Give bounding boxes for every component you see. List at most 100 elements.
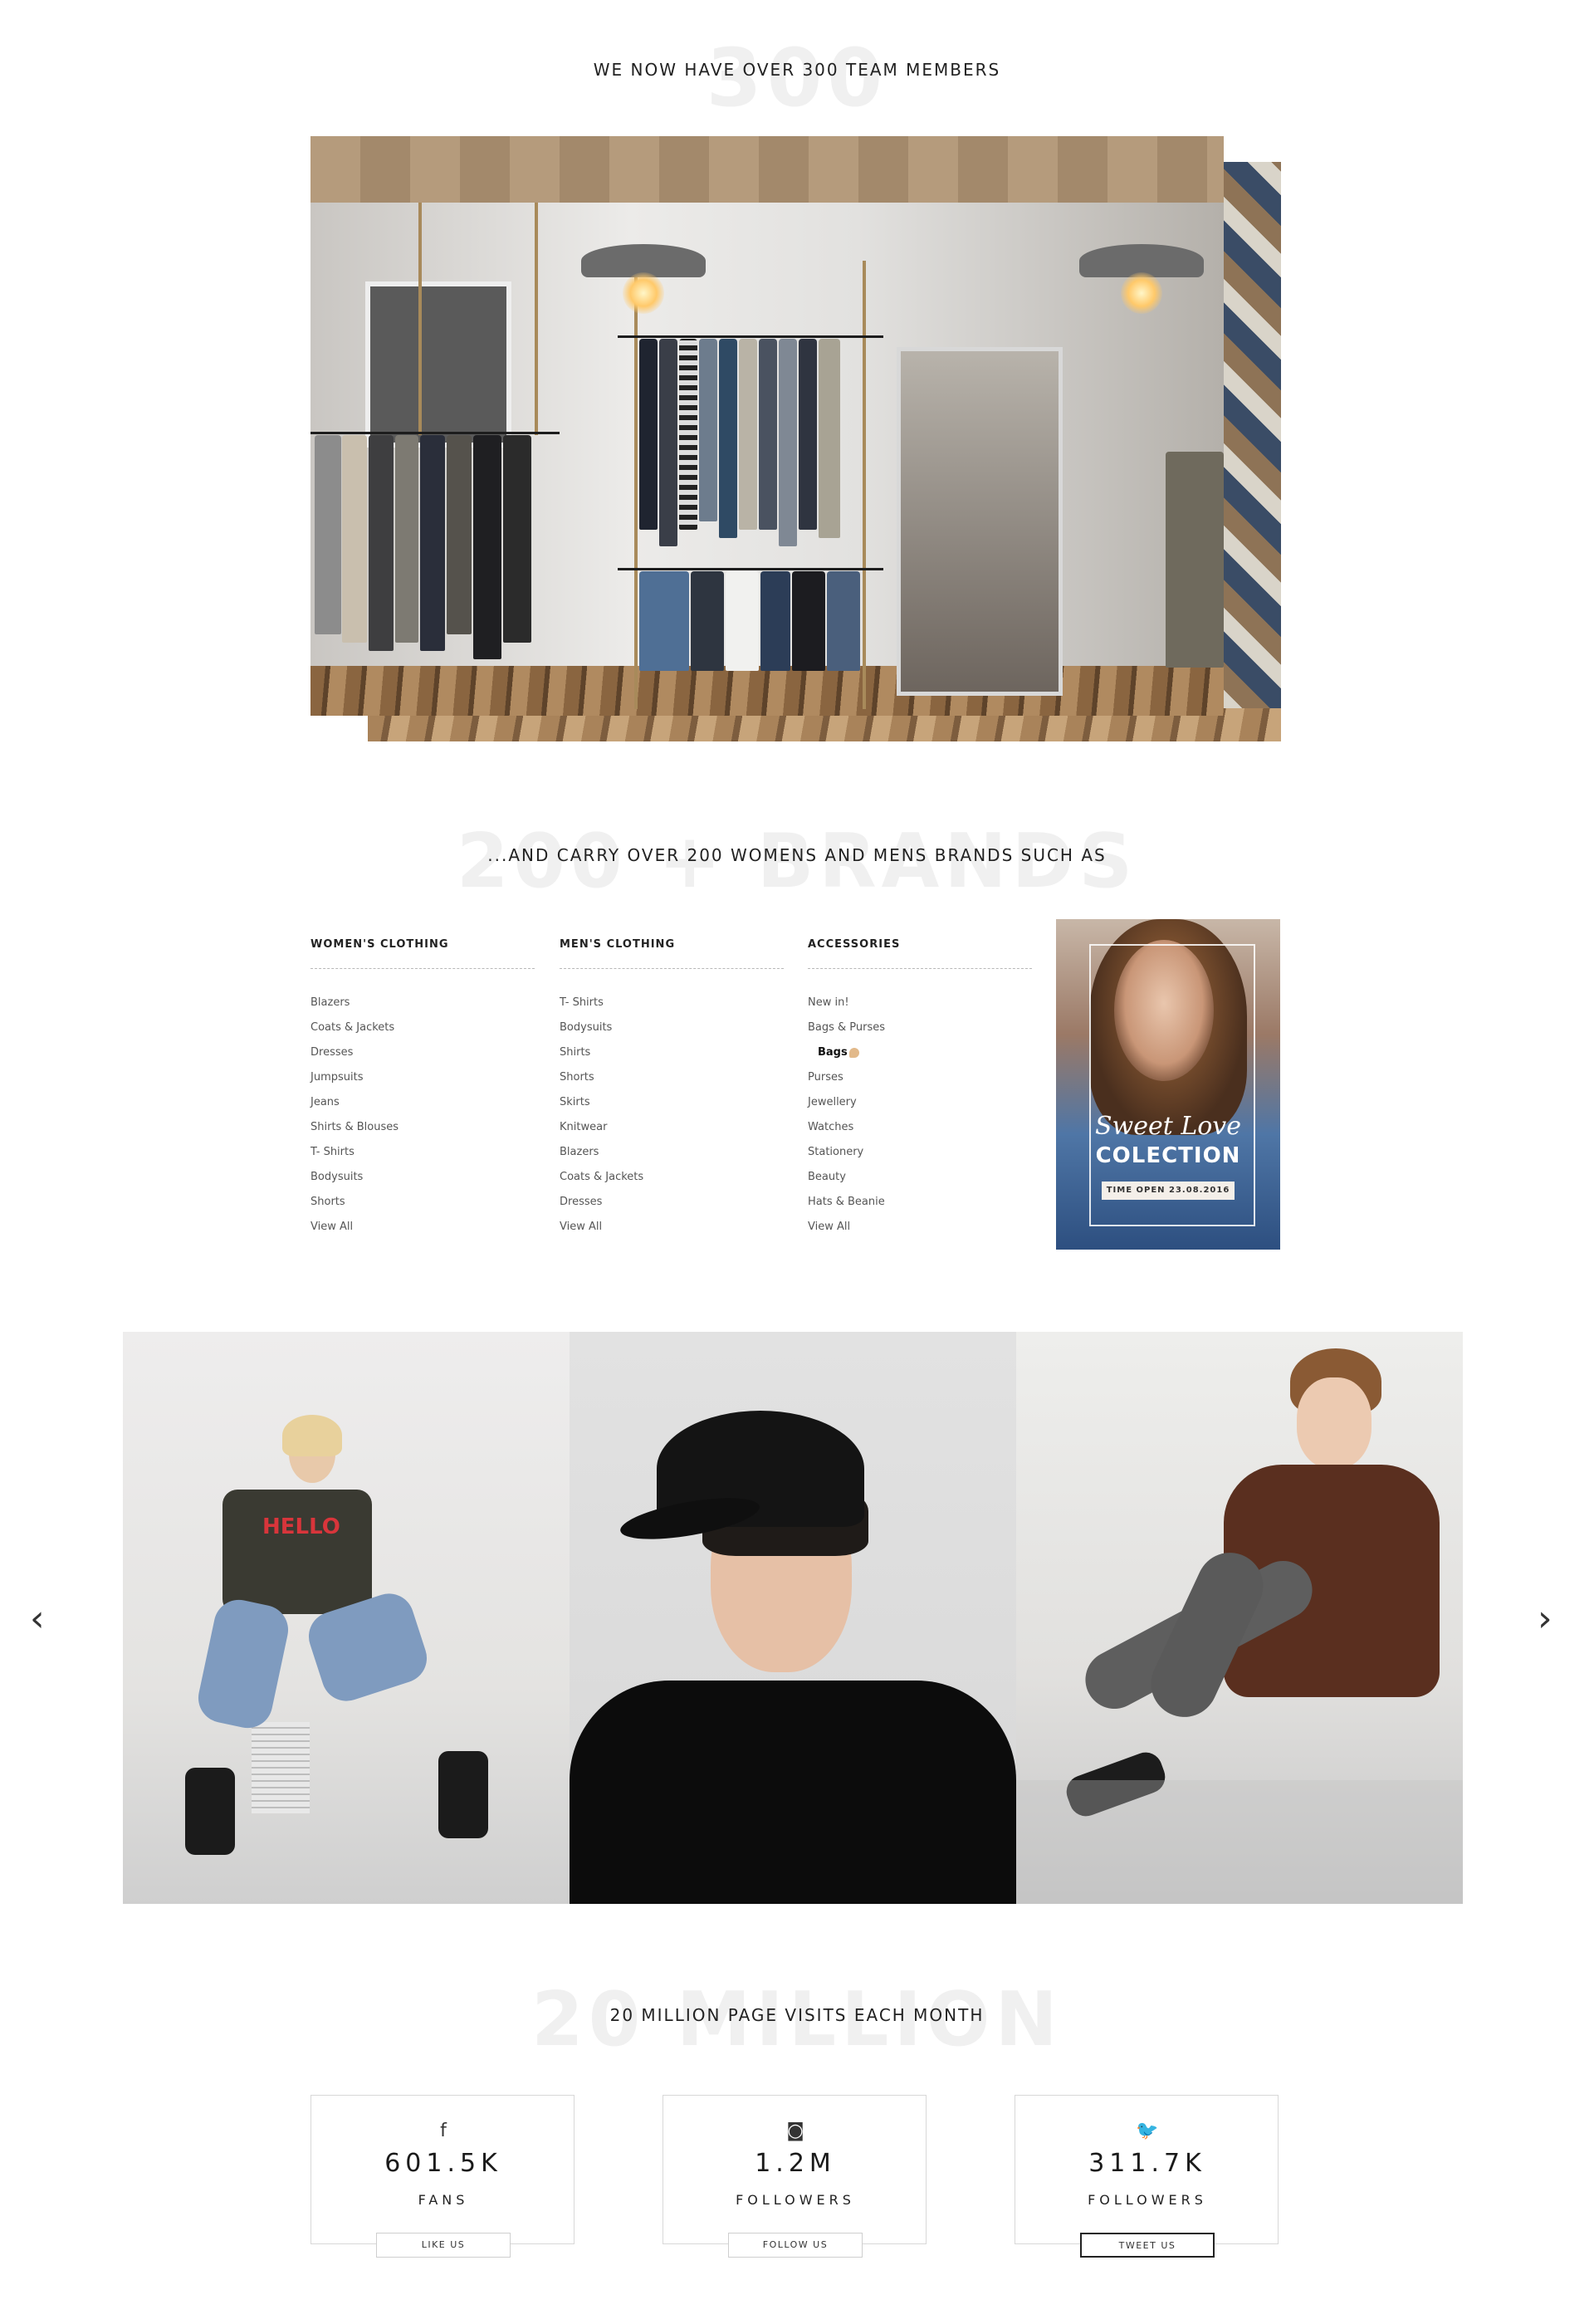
womens-menu-item[interactable]: Blazers [310, 991, 535, 1015]
chevron-right-icon[interactable]: › [1538, 1601, 1552, 1637]
mens-menu-item[interactable]: Bodysuits [560, 1015, 784, 1040]
accessories-menu-item[interactable]: Watches [808, 1115, 1032, 1140]
twitter-icon: 🐦 [1136, 2121, 1159, 2141]
menu-item-label: View All [310, 1221, 354, 1233]
social-card-twitter: 🐦 311.7K FOLLOWERS TWEET US [1015, 2095, 1279, 2258]
womens-menu-item[interactable]: Dresses [310, 1040, 535, 1065]
menu-item-label: Jumpsuits [310, 1071, 364, 1084]
menu-col-accessories: ACCESSORIES New in! Bags & Purses Bags Purs… [808, 938, 1032, 1240]
social-count: 1.2M [755, 2149, 836, 2178]
mens-menu-item[interactable]: Skirts [560, 1090, 784, 1115]
menu-col-womens: WOMEN'S CLOTHING Blazers Coats & Jackets D… [310, 938, 535, 1240]
menu-item-label: Blazers [560, 1146, 599, 1158]
accessories-menu-item[interactable]: Stationery [808, 1140, 1032, 1165]
womens-menu-item[interactable]: Jumpsuits [310, 1065, 535, 1090]
brands-headline: ...AND CARRY OVER 200 WOMENS AND MENS BR… [487, 845, 1107, 865]
gallery-item-girl[interactable]: HELLO [123, 1332, 570, 1904]
social-label: FOLLOWERS [1088, 2192, 1207, 2208]
accessories-menu-item[interactable]: New in! [808, 991, 1032, 1015]
mens-menu-item[interactable]: Shirts [560, 1040, 784, 1065]
mens-menu-item[interactable]: Dresses [560, 1190, 784, 1215]
social-count: 601.5K [384, 2149, 502, 2178]
accessories-menu-item[interactable]: Hats & Beanie [808, 1190, 1032, 1215]
accessories-menu-item[interactable]: Jewellery [808, 1090, 1032, 1115]
team-headline: WE NOW HAVE OVER 300 TEAM MEMBERS [593, 60, 1001, 80]
menu-item-label: New in! [808, 996, 849, 1009]
gallery-item-cap[interactable] [570, 1332, 1016, 1904]
menu-item-label: Shirts & Blouses [310, 1121, 398, 1133]
menu-item-label: Watches [808, 1121, 854, 1133]
menu-item-label: Blazers [310, 996, 350, 1009]
mens-menu-item[interactable]: Knitwear [560, 1115, 784, 1140]
menu-item-label: Coats & Jackets [560, 1171, 644, 1183]
menu-item-label: Shorts [560, 1071, 594, 1084]
menu-item-label: Bags & Purses [808, 1021, 886, 1034]
menu-item-label: Shorts [310, 1196, 345, 1208]
gallery-item-sweater[interactable] [1016, 1332, 1463, 1904]
shirt-print: HELLO [262, 1514, 340, 1539]
menu-divider [560, 968, 784, 969]
accessories-menu-item[interactable]: Beauty [808, 1165, 1032, 1190]
social-label: FOLLOWERS [736, 2192, 855, 2208]
womens-menu-item[interactable]: View All [310, 1215, 535, 1240]
accessories-menu-item[interactable]: Bags & Purses [808, 1015, 1032, 1040]
womens-menu-item[interactable]: T- Shirts [310, 1140, 535, 1165]
mens-menu-item[interactable]: Blazers [560, 1140, 784, 1165]
menu-item-label: Dresses [560, 1196, 603, 1208]
womens-menu-item[interactable]: Jeans [310, 1090, 535, 1115]
chevron-left-icon[interactable]: ‹ [30, 1601, 45, 1637]
facebook-icon: f [440, 2121, 447, 2141]
menu-item-label: Purses [808, 1071, 843, 1084]
menu-item-label: Skirts [560, 1096, 590, 1108]
menu-head-accessories: ACCESSORIES [808, 938, 901, 951]
promo-title: COLECTION [1095, 1143, 1241, 1168]
menu-item-label: Dresses [310, 1046, 354, 1059]
social-button[interactable]: FOLLOW US [728, 2233, 863, 2258]
instagram-icon: ◙ [786, 2121, 804, 2141]
promo-banner[interactable]: Sweet Love COLECTION TIME OPEN 23.08.201… [1056, 919, 1280, 1250]
menu-divider [310, 968, 535, 969]
menu-item-label: Bags [818, 1046, 848, 1059]
menu-col-mens: MEN'S CLOTHING T- Shirts Bodysuits Shirts S… [560, 938, 784, 1240]
menu-item-label: View All [560, 1221, 603, 1233]
menu-item-label: Shirts [560, 1046, 591, 1059]
menu-item-label: Jeans [310, 1096, 340, 1108]
menu-item-label: T- Shirts [560, 996, 604, 1009]
social-card-instagram: ◙ 1.2M FOLLOWERS FOLLOW US [663, 2095, 927, 2258]
mens-menu-item[interactable]: Coats & Jackets [560, 1165, 784, 1190]
social-card-facebook: f 601.5K FANS LIKE US [310, 2095, 575, 2258]
accessories-menu-item[interactable]: Purses [808, 1065, 1032, 1090]
promo-script-text: Sweet Love [1094, 1112, 1241, 1141]
menu-item-label: Beauty [808, 1171, 846, 1183]
social-button[interactable]: TWEET US [1080, 2233, 1215, 2258]
menu-item-label: Hats & Beanie [808, 1196, 885, 1208]
mens-menu-item[interactable]: Shorts [560, 1065, 784, 1090]
mens-menu-item[interactable]: View All [560, 1215, 784, 1240]
menu-head-mens: MEN'S CLOTHING [560, 938, 676, 951]
model-gallery: HELLO [123, 1332, 1463, 1904]
menu-item-label: Knitwear [560, 1121, 608, 1133]
social-count: 311.7K [1088, 2149, 1206, 2178]
visits-headline: 20 MILLION PAGE VISITS EACH MONTH [609, 2005, 985, 2025]
store-photo [310, 136, 1224, 716]
mens-menu-item[interactable]: T- Shirts [560, 991, 784, 1015]
menu-item-label: Jewellery [808, 1096, 857, 1108]
accessories-menu-item[interactable]: Bags [808, 1040, 1032, 1065]
womens-menu-item[interactable]: Shirts & Blouses [310, 1115, 535, 1140]
womens-menu-item[interactable]: Bodysuits [310, 1165, 535, 1190]
mirror [897, 347, 1063, 696]
menu-item-label: T- Shirts [310, 1146, 354, 1158]
promo-date: TIME OPEN 23.08.2016 [1102, 1182, 1235, 1200]
womens-menu-item[interactable]: Shorts [310, 1190, 535, 1215]
accessories-menu-item[interactable]: View All [808, 1215, 1032, 1240]
social-button[interactable]: LIKE US [376, 2233, 511, 2258]
menu-head-womens: WOMEN'S CLOTHING [310, 938, 449, 951]
hand-cursor-icon [848, 1047, 859, 1058]
social-label: FANS [418, 2192, 469, 2208]
menu-item-label: Stationery [808, 1146, 864, 1158]
menu-item-label: Coats & Jackets [310, 1021, 395, 1034]
menu-item-label: Bodysuits [560, 1021, 613, 1034]
womens-menu-item[interactable]: Coats & Jackets [310, 1015, 535, 1040]
menu-item-label: Bodysuits [310, 1171, 364, 1183]
menu-divider [808, 968, 1032, 969]
